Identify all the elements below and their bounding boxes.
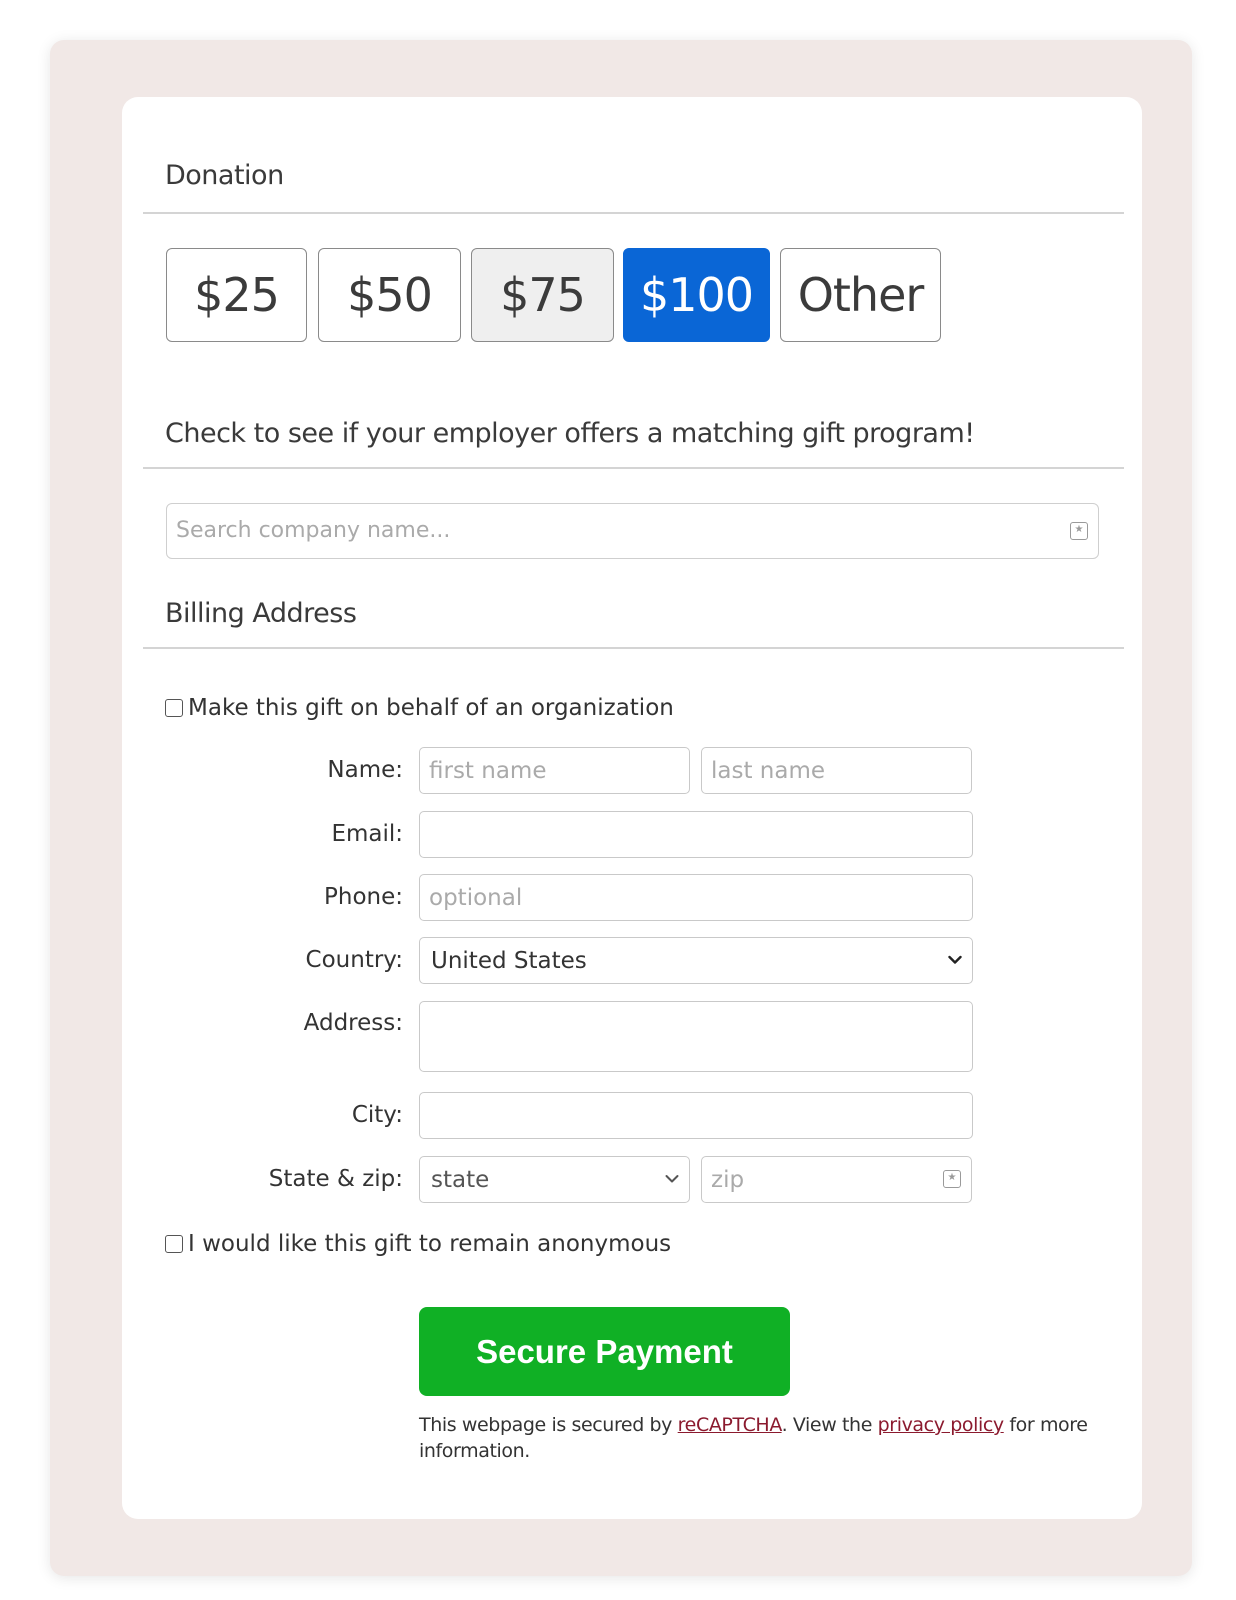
chevron-down-icon [665, 1174, 679, 1182]
recaptcha-link[interactable]: reCAPTCHA [678, 1414, 782, 1436]
zip-field[interactable]: ★ [701, 1156, 972, 1203]
email-field[interactable] [419, 811, 973, 858]
last-name-input[interactable] [702, 748, 971, 793]
anonymous-checkbox-row[interactable]: I would like this gift to remain anonymo… [165, 1231, 671, 1257]
amount-25-button[interactable]: $25 [166, 248, 307, 342]
matching-gift-heading: Check to see if your employer offers a m… [165, 418, 975, 449]
privacy-policy-link[interactable]: privacy policy [878, 1414, 1005, 1436]
organization-checkbox-label: Make this gift on behalf of an organizat… [188, 695, 674, 721]
address-label: Address: [303, 1010, 403, 1036]
country-label: Country: [305, 947, 403, 973]
city-label: City: [351, 1102, 403, 1128]
city-input[interactable] [420, 1093, 972, 1138]
notice-middle: . View the [781, 1414, 878, 1436]
notice-prefix: This webpage is secured by [419, 1414, 678, 1436]
billing-divider [143, 647, 1124, 649]
city-field[interactable] [419, 1092, 973, 1139]
amount-100-button[interactable]: $100 [623, 248, 770, 342]
donation-heading: Donation [165, 160, 284, 191]
country-select-value: United States [431, 947, 587, 974]
state-select-value: state [431, 1166, 490, 1193]
organization-checkbox[interactable] [165, 699, 183, 717]
state-select[interactable]: state [419, 1156, 690, 1203]
country-select[interactable]: United States [419, 937, 973, 984]
address-field[interactable] [419, 1001, 973, 1072]
phone-label: Phone: [324, 884, 403, 910]
phone-input[interactable] [420, 875, 972, 920]
billing-address-heading: Billing Address [165, 598, 357, 629]
anonymous-checkbox-label: I would like this gift to remain anonymo… [188, 1231, 672, 1257]
first-name-field[interactable] [419, 747, 690, 794]
organization-checkbox-row[interactable]: Make this gift on behalf of an organizat… [165, 695, 674, 721]
name-label: Name: [327, 757, 403, 783]
chevron-down-icon [948, 955, 962, 964]
email-input[interactable] [420, 812, 972, 857]
last-name-field[interactable] [701, 747, 972, 794]
phone-field[interactable] [419, 874, 973, 921]
secure-payment-button[interactable]: Secure Payment [419, 1307, 790, 1396]
first-name-input[interactable] [420, 748, 689, 793]
autofill-icon[interactable]: ★ [1070, 522, 1088, 540]
company-search-field[interactable]: ★ [166, 503, 1099, 559]
autofill-icon[interactable]: ★ [943, 1170, 961, 1188]
amount-50-button[interactable]: $50 [318, 248, 461, 342]
state-zip-label: State & zip: [268, 1166, 403, 1192]
zip-input[interactable] [702, 1157, 927, 1202]
recaptcha-notice: This webpage is secured by reCAPTCHA. Vi… [419, 1412, 1099, 1464]
amount-other-button[interactable]: Other [780, 248, 941, 342]
donation-divider [143, 212, 1124, 214]
anonymous-checkbox[interactable] [165, 1235, 183, 1253]
company-search-input[interactable] [167, 504, 1065, 556]
amount-75-button[interactable]: $75 [471, 248, 614, 342]
email-label: Email: [331, 821, 403, 847]
address-input[interactable] [420, 1002, 972, 1071]
matching-divider [143, 467, 1124, 469]
